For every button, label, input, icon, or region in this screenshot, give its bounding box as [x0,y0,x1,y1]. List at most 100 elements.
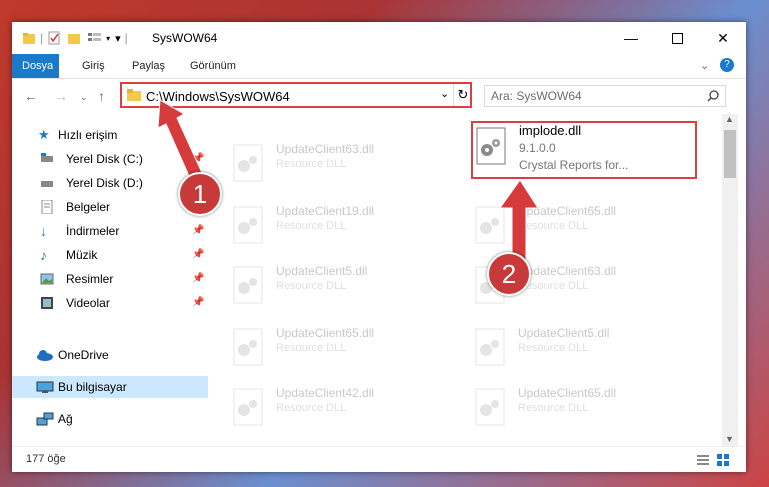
sidebar-item-network[interactable]: Ağ [12,408,208,430]
window-title: SysWOW64 [152,31,218,45]
status-bar: 177 öğe [12,446,746,473]
file-name: UpdateClient42.dll [276,386,375,400]
help-icon[interactable]: ? [720,58,734,72]
sidebar-item-downloads[interactable]: ↓ İndirmeler 📌 [12,220,208,242]
file-description: Resource DLL [276,158,347,170]
refresh-icon[interactable]: ↻ [453,84,472,106]
sidebar-item-label: Resimler [66,272,114,286]
dll-file-icon [233,266,263,304]
tab-home[interactable]: Giriş [72,54,115,78]
navigation-bar: ← → ⌄ ↑ C:\Windows\SysWOW64 ⌄ ↻ Ara: Sys… [12,79,746,113]
sidebar-item-label: Videolar [66,296,110,310]
title-bar: | ▾ ▾ | SysWOW64 — ✕ [12,22,746,54]
star-icon: ★ [38,127,50,142]
file-description: Resource DLL [276,220,347,232]
sidebar-item-this-pc[interactable]: Bu bilgisayar [12,376,208,398]
file-item[interactable]: UpdateClient65.dll Resource DLL [232,324,442,374]
file-name: UpdateClient5.dll [276,264,368,278]
close-icon: ✕ [717,29,729,46]
music-icon: ♪ [40,247,47,263]
file-version: 9.1.0.0 [519,141,556,155]
details-view-icon[interactable] [696,453,710,467]
drive-icon [41,153,53,162]
sidebar-item-label: İndirmeler [66,224,120,238]
file-name: implode.dll [519,123,582,138]
file-name: UpdateClient65.dll [276,326,375,340]
customize-toolbar-icon[interactable]: ▾ [115,32,121,45]
file-description: Resource DLL [276,402,347,414]
minimize-button[interactable]: — [608,22,654,54]
file-description: Resource DLL [276,342,347,354]
sidebar-item-label: OneDrive [58,348,109,362]
address-dropdown-icon[interactable]: ⌄ [440,87,449,100]
file-item[interactable]: UpdateClient19.dll Resource DLL [232,202,442,252]
callout-badge-1: 1 [178,172,222,216]
sidebar-item-label: Yerel Disk (D:) [66,176,143,190]
pin-icon[interactable]: 📌 [192,220,204,242]
pin-icon[interactable]: 📌 [192,268,204,290]
maximize-button[interactable] [654,22,700,54]
sidebar-item-label: Bu bilgisayar [58,380,127,394]
search-placeholder: Ara: SysWOW64 [491,89,582,103]
file-item[interactable]: UpdateClient65.dll Resource DLL [474,384,684,434]
forward-icon[interactable]: → [54,88,68,104]
file-item[interactable]: UpdateClient5.dll Resource DLL [232,262,442,312]
file-description: Crystal Reports for... [519,158,629,172]
large-icons-view-icon[interactable] [716,453,730,467]
scroll-down-icon[interactable]: ▼ [725,434,734,444]
tab-file[interactable]: Dosya [12,54,59,78]
toolbar-divider: | [40,31,44,45]
chevron-down-icon[interactable]: ▾ [106,34,110,43]
sidebar-item-onedrive[interactable]: OneDrive [12,344,208,366]
pin-icon[interactable]: 📌 [192,244,204,266]
drive-icon [41,181,53,187]
sidebar-item-music[interactable]: ♪ Müzik 📌 [12,244,208,266]
computer-icon [36,381,54,393]
file-name: UpdateClient65.dll [518,386,617,400]
tab-view[interactable]: Görünüm [180,54,246,78]
sidebar-item-videos[interactable]: Videolar 📌 [12,292,208,314]
dll-file-icon [475,388,505,426]
sidebar-item-pictures[interactable]: Resimler 📌 [12,268,208,290]
minimize-icon: — [624,30,638,46]
cloud-icon [37,350,53,361]
vertical-scrollbar[interactable]: ▲ ▼ [722,114,738,446]
dll-file-icon [233,144,263,182]
recent-locations-icon[interactable]: ⌄ [80,92,88,103]
folder-icon [127,89,141,101]
file-item[interactable]: UpdateClient5.dll Resource DLL [474,324,684,374]
sidebar-item-label: Yerel Disk (C:) [66,152,143,166]
file-item[interactable]: UpdateClient63.dll Resource DLL [232,140,442,190]
tab-share[interactable]: Paylaş [122,54,175,78]
sidebar-item-label: Hızlı erişim [58,128,118,142]
callout-badge-2: 2 [487,252,531,296]
folder-icon [23,33,35,44]
search-icon [707,90,719,102]
network-icon [36,412,54,426]
file-name: UpdateClient19.dll [276,204,375,218]
scroll-up-icon[interactable]: ▲ [725,114,734,124]
dll-file-icon [475,328,505,366]
up-icon[interactable]: ↑ [98,88,105,104]
pin-icon[interactable]: 📌 [192,292,204,314]
back-icon[interactable]: ← [24,88,38,104]
sidebar-item-label: Müzik [66,248,98,262]
file-item[interactable]: UpdateClient42.dll Resource DLL [232,384,442,434]
dll-file-icon [233,388,263,426]
file-name: UpdateClient63.dll [276,142,375,156]
file-description: Resource DLL [276,280,347,292]
dll-file-icon [233,206,263,244]
close-button[interactable]: ✕ [700,22,746,54]
toolbar-divider: | [124,31,128,45]
download-icon: ↓ [40,223,47,239]
new-folder-icon[interactable] [67,31,81,45]
search-input[interactable]: Ara: SysWOW64 [484,85,726,107]
scrollbar-thumb[interactable] [724,130,736,178]
expand-ribbon-icon[interactable]: ⌄ [700,59,709,72]
document-icon [41,200,53,214]
dll-file-icon [476,127,506,165]
view-options-icon[interactable] [87,31,105,45]
maximize-icon [671,32,683,44]
properties-icon[interactable] [47,31,61,45]
pictures-icon [40,273,54,285]
